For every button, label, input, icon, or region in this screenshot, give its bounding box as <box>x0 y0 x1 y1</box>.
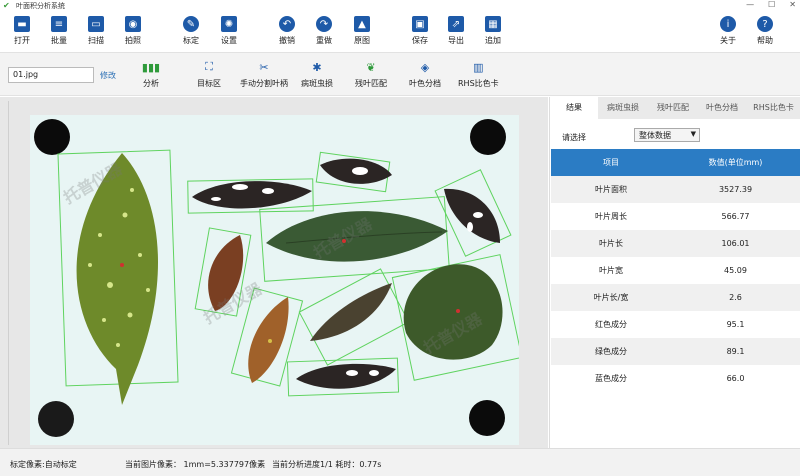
close-button[interactable]: ✕ <box>789 0 796 9</box>
scan-button[interactable]: ▭ 扫描 <box>81 16 111 46</box>
folder-open-icon: ▬ <box>14 16 30 32</box>
chevron-down-icon: ▼ <box>690 130 696 138</box>
settings-button[interactable]: ✺ 设置 <box>214 16 244 46</box>
batch-button[interactable]: ≡ 批量 <box>44 16 74 46</box>
tab-disease-pest[interactable]: 病斑虫损 <box>598 97 648 119</box>
app-logo-icon: ✔ <box>3 1 10 10</box>
main-toolbar: ▬ 打开 ≡ 批量 ▭ 扫描 ◉ 拍照 ✎ 标定 ✺ 设置 ↶ 撤销 ↷ 重做 … <box>0 12 800 52</box>
table-row: 蓝色成分 66.0 <box>595 374 745 383</box>
analysis-toolbar: 01.jpg 修改 ▮▮▮ 分析 ⛶ 目标区 ✂ 手动分割叶柄 ✱ 病斑虫损 ❦… <box>0 52 800 96</box>
window-title: 叶面积分析系统 <box>16 2 65 10</box>
maximize-button[interactable]: ☐ <box>768 0 775 9</box>
leaf-dark-slanted-right <box>434 169 512 257</box>
tab-rhs-color-card[interactable]: RHS比色卡 <box>746 97 800 119</box>
leaf-match-button[interactable]: ❦ 残叶匹配 <box>355 59 387 89</box>
table-row: 绿色成分 89.1 <box>551 338 800 365</box>
table-header: 项目 数值(单位mm) <box>551 149 800 176</box>
open-button[interactable]: ▬ 打开 <box>7 16 37 46</box>
target-area-icon: ⛶ <box>205 60 213 73</box>
export-button[interactable]: ⇗ 导出 <box>441 16 471 46</box>
leaf-long-green <box>259 196 450 282</box>
help-icon: ? <box>757 16 773 32</box>
calibration-dot <box>469 400 505 436</box>
leaf-yellow-red <box>230 287 304 387</box>
results-table: 项目 数值(单位mm) 叶片面积 3527.39 叶片周长 566.77 叶片长 10… <box>551 149 800 392</box>
undo-icon: ↶ <box>279 16 295 32</box>
leaf-dark-holes-top <box>187 178 314 214</box>
save-icon: ▣ <box>412 16 428 32</box>
undo-button[interactable]: ↶ 撤销 <box>272 16 302 46</box>
analyze-button[interactable]: ▮▮▮ 分析 <box>141 59 161 89</box>
title-bar: ✔ 叶面积分析系统 — ☐ ✕ <box>0 0 800 12</box>
gear-icon: ✺ <box>221 16 237 32</box>
append-icon: ▦ <box>485 16 501 32</box>
redo-button[interactable]: ↷ 重做 <box>309 16 339 46</box>
color-card-icon: ▥ <box>473 60 484 74</box>
leaf-dark-holes-upper-right <box>315 151 392 193</box>
cut-petiole-icon: ✂ <box>259 60 269 74</box>
analysis-progress-status: 当前分析进度1/1 耗时：0.77s <box>272 460 382 469</box>
edit-filename-link[interactable]: 修改 <box>100 70 116 81</box>
leaf-dark-holes-bottom <box>286 357 400 397</box>
bar-chart-icon: ▮▮▮ <box>141 60 161 74</box>
calibration-dot <box>38 401 74 437</box>
calibration-dot <box>34 119 70 155</box>
table-row: 红色成分 95.1 <box>595 320 745 329</box>
table-row: 叶片长 106.01 <box>551 230 800 257</box>
redo-icon: ↷ <box>316 16 332 32</box>
table-row: 叶片周长 566.77 <box>595 212 750 221</box>
results-panel: 结果 病斑虫损 残叶匹配 叶色分档 RHS比色卡 请选择 整体数据 ▼ 项目 数… <box>549 97 800 448</box>
append-button[interactable]: ▦ 追加 <box>478 16 508 46</box>
save-button[interactable]: ▣ 保存 <box>405 16 435 46</box>
camera-icon: ◉ <box>125 16 141 32</box>
tab-leaf-match[interactable]: 残叶匹配 <box>648 97 698 119</box>
result-tabs: 结果 病斑虫损 残叶匹配 叶色分档 RHS比色卡 <box>550 97 800 119</box>
leaf-image <box>34 119 523 437</box>
image-icon: ▲ <box>354 16 370 32</box>
calibrate-button[interactable]: ✎ 标定 <box>176 16 206 46</box>
target-area-button[interactable]: ⛶ 目标区 <box>197 59 221 89</box>
table-row: 叶片宽 45.09 <box>599 266 747 275</box>
calibration-status: 标定像素:自动标定 <box>10 460 77 469</box>
batch-icon: ≡ <box>51 16 67 32</box>
file-name-field[interactable]: 01.jpg <box>8 67 94 83</box>
info-icon: i <box>720 16 736 32</box>
data-scope-select[interactable]: 整体数据 ▼ <box>634 128 700 142</box>
camera-button[interactable]: ◉ 拍照 <box>118 16 148 46</box>
leaf-image-canvas[interactable] <box>30 115 523 445</box>
pixel-scale-status: 当前图片像素： 1mm=5.337797像素 <box>125 460 266 469</box>
calibration-dot <box>470 119 506 155</box>
leaf-rounded-green <box>391 254 523 381</box>
status-bar: 标定像素:自动标定 当前图片像素： 1mm=5.337797像素 当前分析进度1… <box>0 448 800 476</box>
help-button[interactable]: ? 帮助 <box>750 16 780 46</box>
select-label: 请选择 <box>562 133 586 142</box>
minimize-button[interactable]: — <box>746 0 754 9</box>
tab-leaf-color-grade[interactable]: 叶色分档 <box>698 97 746 119</box>
layers-icon: ◈ <box>420 60 430 74</box>
tab-results[interactable]: 结果 <box>550 97 598 119</box>
calibrate-icon: ✎ <box>183 16 199 32</box>
table-row: 叶片面积 3527.39 <box>551 176 800 203</box>
leaf-narrow-center <box>298 268 410 366</box>
bug-icon: ✱ <box>312 60 322 74</box>
table-row: 叶片长/宽 2.6 <box>551 284 800 311</box>
disease-pest-button[interactable]: ✱ 病斑虫损 <box>301 59 333 89</box>
about-button[interactable]: i 关于 <box>713 16 743 46</box>
leaf-match-icon: ❦ <box>366 60 376 74</box>
leaf-large-spotted <box>57 149 179 405</box>
window-controls: — ☐ ✕ <box>746 0 796 9</box>
scanner-icon: ▭ <box>88 16 104 32</box>
leaf-brown-small <box>194 227 252 317</box>
leaf-color-grade-button[interactable]: ◈ 叶色分档 <box>409 59 441 89</box>
rhs-color-card-button[interactable]: ▥ RHS比色卡 <box>458 59 499 89</box>
original-image-button[interactable]: ▲ 原图 <box>347 16 377 46</box>
cut-petiole-button[interactable]: ✂ 手动分割叶柄 <box>240 59 288 89</box>
export-icon: ⇗ <box>448 16 464 32</box>
vertical-ruler <box>3 101 9 445</box>
